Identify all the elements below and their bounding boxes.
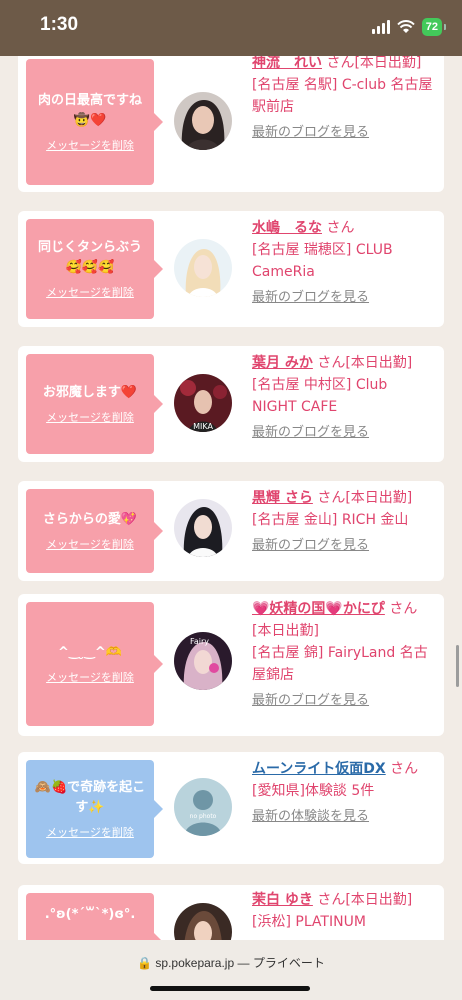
message-feed[interactable]: 肉の日最高ですね 🤠❤️ メッセージを削除 神流 れい さん[本日出勤] [名古屋…: [0, 56, 462, 940]
delete-message-link[interactable]: メッセージを削除: [46, 824, 134, 840]
avatar[interactable]: [174, 499, 232, 557]
profile-info: 黒輝 さら さん[本日出勤] [名古屋 金山] RICH 金山 最新のブログを見…: [252, 487, 436, 557]
profile-name-link[interactable]: ムーンライト仮面DX: [252, 761, 386, 777]
svg-text:no photo: no photo: [190, 813, 217, 820]
message-card: さらからの愛💖 メッセージを削除 黒輝 さら さん[本日出勤] [名古屋 金山]…: [18, 481, 444, 581]
message-bubble: 🙈🍓で奇跡を起こす✨ メッセージを削除: [26, 760, 163, 858]
delete-message-link[interactable]: メッセージを削除: [46, 669, 134, 685]
message-bubble: さらからの愛💖 メッセージを削除: [26, 489, 163, 573]
latest-blog-link[interactable]: 最新のブログを見る: [252, 287, 436, 309]
scrollbar[interactable]: [456, 645, 459, 687]
today-attendance-tag: [本日出勤]: [252, 623, 319, 639]
delete-message-link[interactable]: メッセージを削除: [46, 409, 134, 425]
profile-name-link[interactable]: 黒輝 さら: [252, 490, 313, 506]
delete-message-link[interactable]: メッセージを削除: [46, 137, 134, 153]
store-text: [名古屋 錦] FairyLand 名古屋錦店: [252, 645, 428, 683]
battery-indicator: 72: [421, 18, 447, 36]
wifi-icon: [397, 20, 415, 33]
home-indicator: [150, 986, 310, 991]
browser-url-bar[interactable]: 🔒 sp.pokepara.jp — プライベート: [0, 940, 462, 1000]
profile-info: 💗妖精の国💗かにぴ さん[本日出勤] [名古屋 錦] FairyLand 名古屋…: [252, 598, 436, 712]
latest-blog-link[interactable]: 最新のブログを見る: [252, 422, 436, 444]
profile-info: 葉月 みか さん[本日出勤] [名古屋 中村区] Club NIGHT CAFE…: [252, 352, 436, 444]
profile-name-link[interactable]: 💗妖精の国💗かにぴ: [252, 601, 385, 617]
message-card: お邪魔します❤️ メッセージを削除 MIKA 葉月 みか さん[本日出勤] [名…: [18, 346, 444, 462]
url-domain: sp.pokepara.jp: [155, 956, 235, 970]
profile-name-link[interactable]: 茉白 ゆき: [252, 892, 313, 908]
profile-info: 茉白 ゆき さん[本日出勤] [浜松] PLATINUM: [252, 892, 413, 930]
profile-name-link[interactable]: 神流 れい: [252, 56, 322, 71]
message-card: 同じくタンらぶう 🥰🥰🥰 メッセージを削除 水嶋 るな さん [名古屋 瑞穂区] …: [18, 211, 444, 327]
store-text: [浜松] PLATINUM: [252, 914, 366, 930]
message-text: さらからの愛💖: [42, 512, 138, 527]
avatar[interactable]: Fairy: [174, 632, 232, 690]
message-text: .°ʚ(*´꒳`*)ɞ°.: [44, 907, 136, 922]
message-text: お邪魔します❤️: [42, 385, 138, 400]
avatar[interactable]: [174, 903, 232, 940]
profile-info: ムーンライト仮面DX さん [愛知県]体験談 5件 最新の体験談を見る: [252, 758, 436, 828]
delete-message-link[interactable]: メッセージを削除: [46, 284, 134, 300]
latest-blog-link[interactable]: 最新のブログを見る: [252, 535, 436, 557]
latest-blog-link[interactable]: 最新のブログを見る: [252, 122, 436, 144]
today-attendance-tag: [本日出勤]: [345, 892, 413, 908]
store-text: [名古屋 中村区] Club NIGHT CAFE: [252, 377, 388, 415]
delete-message-link[interactable]: メッセージを削除: [46, 536, 134, 552]
message-text: ^‿ ̮‿^🫶: [57, 645, 123, 660]
store-text: [名古屋 瑞穂区] CLUB CameRia: [252, 242, 393, 280]
store-text: [名古屋 金山] RICH 金山: [252, 512, 409, 528]
store-text: [愛知県]体験談 5件: [252, 783, 375, 799]
latest-blog-link[interactable]: 最新のブログを見る: [252, 690, 436, 712]
url-separator: —: [237, 956, 250, 970]
avatar[interactable]: [174, 239, 232, 297]
status-bar: 1:30 72: [0, 0, 462, 56]
store-text: [名古屋 名駅] C-club 名古屋駅前店: [252, 77, 433, 115]
message-bubble: ^‿ ̮‿^🫶 メッセージを削除: [26, 602, 163, 726]
message-bubble: .°ʚ(*´꒳`*)ɞ°.: [26, 893, 163, 940]
profile-name-link[interactable]: 葉月 みか: [252, 355, 313, 371]
lock-icon: 🔒: [137, 956, 153, 970]
message-text: 同じくタンらぶう 🥰🥰🥰: [37, 240, 142, 275]
message-bubble: 同じくタンらぶう 🥰🥰🥰 メッセージを削除: [26, 219, 163, 319]
svg-text:MIKA: MIKA: [193, 422, 213, 431]
private-mode-label: プライベート: [252, 956, 325, 970]
avatar[interactable]: [174, 92, 232, 150]
message-text: 🙈🍓で奇跡を起こす✨: [34, 780, 146, 815]
svg-text:Fairy: Fairy: [190, 637, 209, 646]
message-text: 肉の日最高ですね 🤠❤️: [37, 93, 142, 128]
avatar[interactable]: no photo: [174, 778, 232, 836]
profile-info: 神流 れい さん[本日出勤] [名古屋 名駅] C-club 名古屋駅前店 最新…: [252, 56, 436, 144]
message-bubble: お邪魔します❤️ メッセージを削除: [26, 354, 163, 454]
today-attendance-tag: [本日出勤]: [354, 56, 422, 71]
today-attendance-tag: [本日出勤]: [345, 355, 413, 371]
url-text[interactable]: 🔒 sp.pokepara.jp — プライベート: [0, 954, 462, 971]
status-time: 1:30: [40, 14, 79, 35]
profile-name-link[interactable]: 水嶋 るな: [252, 220, 322, 236]
message-card: .°ʚ(*´꒳`*)ɞ°. 茉白 ゆき さん[本日出勤] [浜松] PLATIN…: [18, 885, 444, 940]
avatar[interactable]: MIKA: [174, 374, 232, 432]
status-icons: 72: [371, 18, 447, 36]
message-card: 🙈🍓で奇跡を起こす✨ メッセージを削除 no photo ムーンライト仮面DX …: [18, 752, 444, 864]
message-bubble: 肉の日最高ですね 🤠❤️ メッセージを削除: [26, 59, 163, 185]
message-card: ^‿ ̮‿^🫶 メッセージを削除 Fairy 💗妖精の国💗かにぴ さん[本日出勤…: [18, 594, 444, 736]
latest-review-link[interactable]: 最新の体験談を見る: [252, 806, 436, 828]
cellular-signal-icon: [371, 20, 390, 34]
today-attendance-tag: [本日出勤]: [345, 490, 413, 506]
profile-info: 水嶋 るな さん [名古屋 瑞穂区] CLUB CameRia 最新のブログを見…: [252, 217, 436, 309]
message-card: 肉の日最高ですね 🤠❤️ メッセージを削除 神流 れい さん[本日出勤] [名古屋…: [18, 56, 444, 192]
